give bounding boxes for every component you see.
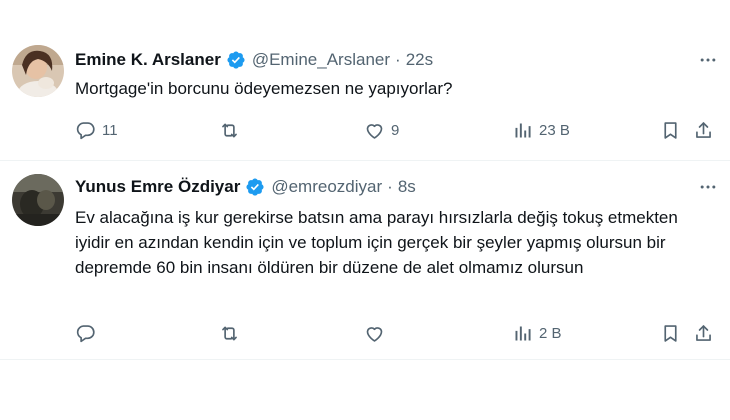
author-handle[interactable]: @Emine_Arslaner (252, 50, 390, 70)
author-handle[interactable]: @emreozdiyar (271, 177, 382, 197)
tweet-divider (0, 359, 730, 360)
analytics-bars-icon (512, 323, 533, 344)
reply-count: 11 (102, 121, 118, 139)
tweet-header: Emine K. Arslaner @Emine_Arslaner · 22s (75, 47, 712, 73)
bookmark-icon (660, 120, 681, 141)
avatar[interactable] (12, 45, 64, 97)
tweet-header: Yunus Emre Özdiyar @emreozdiyar · 8s (75, 174, 712, 200)
repost-icon (219, 323, 240, 344)
share-button[interactable] (693, 118, 714, 142)
tweet-text: Ev alacağına iş kur gerekirse batsın ama… (75, 208, 678, 277)
views-count: 2 B (539, 324, 562, 342)
like-button[interactable]: 9 (364, 118, 399, 142)
tweet-text: Mortgage'in borcunu ödeyemezsen ne yapıy… (75, 79, 453, 98)
verified-badge-icon (245, 177, 265, 197)
more-dots-icon[interactable] (696, 177, 720, 197)
timestamp[interactable]: 8s (398, 177, 416, 197)
share-upload-icon (693, 120, 714, 141)
bookmark-button[interactable] (660, 321, 681, 345)
avatar[interactable] (12, 174, 64, 226)
separator-dot: · (395, 50, 401, 69)
views-button[interactable]: 2 B (512, 321, 562, 345)
heart-icon (364, 120, 385, 141)
bookmark-button[interactable] (660, 118, 681, 142)
author-name[interactable]: Emine K. Arslaner (75, 50, 221, 70)
like-count: 9 (391, 121, 400, 139)
repost-button[interactable] (219, 118, 246, 142)
views-button[interactable]: 23 B (512, 118, 570, 142)
analytics-bars-icon (512, 120, 533, 141)
reply-bubble-icon (75, 323, 96, 344)
reply-button[interactable] (75, 321, 102, 345)
tweet-actions: 11 9 23 B (75, 118, 715, 142)
repost-icon (219, 120, 240, 141)
share-upload-icon (693, 323, 714, 344)
author-name[interactable]: Yunus Emre Özdiyar (75, 177, 240, 197)
tweet-1[interactable]: Emine K. Arslaner @Emine_Arslaner · 22s … (0, 0, 730, 160)
share-button[interactable] (693, 321, 714, 345)
separator-dot: · (387, 177, 393, 196)
reply-button[interactable]: 11 (75, 118, 118, 142)
more-dots-icon[interactable] (696, 50, 720, 70)
bookmark-icon (660, 323, 681, 344)
heart-icon (364, 323, 385, 344)
timestamp[interactable]: 22s (406, 50, 433, 70)
tweet-2[interactable]: Yunus Emre Özdiyar @emreozdiyar · 8s Ev … (0, 160, 730, 360)
views-count: 23 B (539, 121, 570, 139)
like-button[interactable] (364, 321, 391, 345)
tweet-actions: 2 B (75, 321, 715, 345)
verified-badge-icon (226, 50, 246, 70)
repost-button[interactable] (219, 321, 246, 345)
reply-bubble-icon (75, 120, 96, 141)
